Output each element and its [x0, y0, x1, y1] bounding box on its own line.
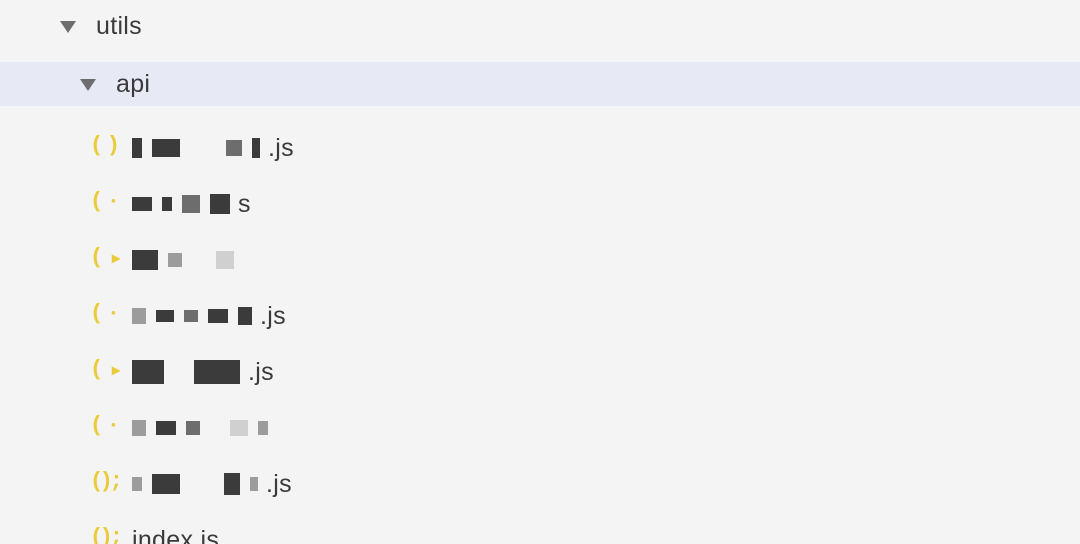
tree-file[interactable]: s [0, 176, 1080, 232]
tree-file[interactable]: .js [0, 344, 1080, 400]
chevron-down-icon [60, 21, 76, 33]
redacted-filename [132, 360, 240, 384]
redacted-filename [132, 473, 258, 495]
file-tree: utils api .js s [0, 0, 1080, 544]
tree-file[interactable]: .js [0, 456, 1080, 512]
chevron-down-icon [80, 79, 96, 91]
tree-folder-utils[interactable]: utils [0, 4, 1080, 48]
file-suffix: .js [248, 358, 274, 387]
tree-file[interactable]: .js [0, 288, 1080, 344]
folder-label: api [116, 70, 150, 99]
folder-label: utils [96, 12, 142, 41]
js-file-icon [90, 359, 120, 385]
file-label: index.js [132, 526, 219, 544]
redacted-filename [132, 307, 252, 325]
file-suffix: .js [260, 302, 286, 331]
js-file-icon [90, 527, 120, 544]
redacted-filename [132, 194, 230, 214]
tree-file[interactable] [0, 400, 1080, 456]
file-suffix: s [238, 190, 251, 219]
js-file-icon [90, 247, 120, 273]
js-file-icon [90, 303, 120, 329]
tree-file[interactable]: .js [0, 120, 1080, 176]
js-file-icon [90, 415, 120, 441]
js-file-icon [90, 135, 120, 161]
redacted-filename [132, 138, 260, 158]
file-suffix: .js [268, 134, 294, 163]
redacted-filename [132, 250, 234, 270]
redacted-filename [132, 420, 268, 436]
js-file-icon [90, 471, 120, 497]
file-suffix: .js [266, 470, 292, 499]
js-file-icon [90, 191, 120, 217]
tree-file-index[interactable]: index.js [0, 512, 1080, 544]
tree-file[interactable] [0, 232, 1080, 288]
tree-folder-api[interactable]: api [0, 62, 1080, 106]
